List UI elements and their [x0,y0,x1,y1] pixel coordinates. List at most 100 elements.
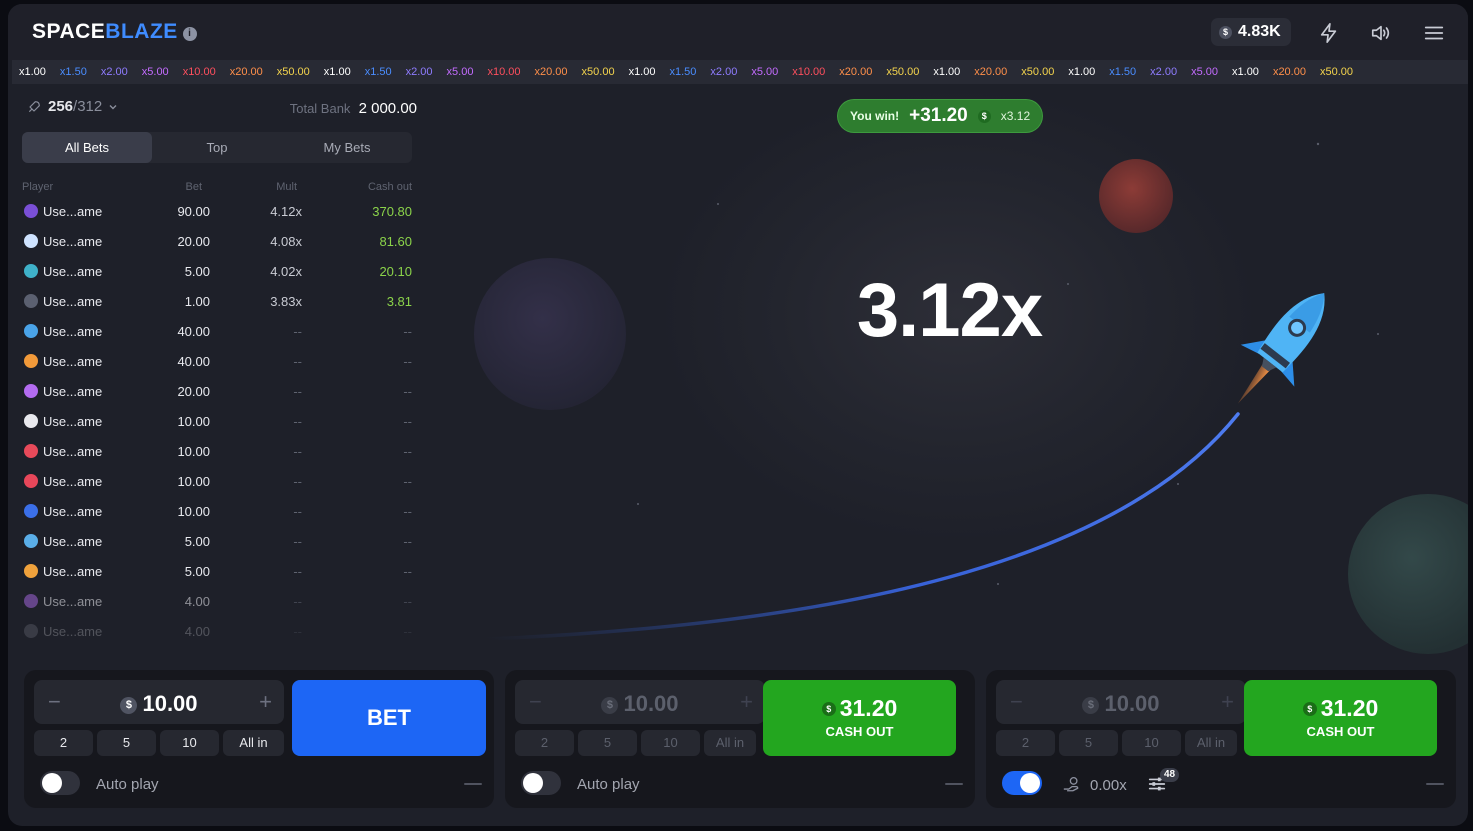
dollar-coin-icon: $ [601,697,619,714]
balance-display[interactable]: $ 4.83K [1211,18,1291,46]
autoplay-label: Auto play [96,776,159,793]
table-row: Use...ame 10.00 -- -- [22,465,412,495]
cashout-multiplier: -- [293,534,302,549]
logo-blaze: BLAZE [105,20,178,43]
quick-bet-5[interactable]: 5 [97,730,156,756]
bet-amount-stepper[interactable]: − $10.00 + [515,680,765,724]
win-amount: +31.20 [909,105,968,126]
bet-amount-value[interactable]: 10.00 [623,691,678,716]
tab-my-bets[interactable]: My Bets [282,132,412,163]
bet-amount: 20.00 [177,234,210,249]
cashout-multiplier: -- [293,354,302,369]
cash-out-button[interactable]: $31.20 CASH OUT [763,680,956,756]
avatar [24,234,38,248]
table-row: Use...ame 10.00 -- -- [22,405,412,435]
cashout-multiplier: 4.08x [270,234,302,249]
history-multiplier: x5.00 [1191,66,1219,78]
quick-bet-2[interactable]: 2 [34,730,93,756]
info-icon[interactable]: i [182,27,197,41]
plus-icon[interactable]: + [740,689,753,715]
bet-amount: 5.00 [184,534,210,549]
quick-bet-10[interactable]: 10 [160,730,219,756]
autoplay-toggle[interactable] [1002,771,1042,795]
cashout-multiplier: -- [293,444,302,459]
bet-amount-stepper[interactable]: − $10.00 + [996,680,1246,724]
bet-amount-value[interactable]: 10.00 [142,691,197,716]
table-row: Use...ame 4.00 -- -- [22,615,412,645]
tab-all-bets[interactable]: All Bets [22,132,152,163]
cashout-multiplier: -- [293,504,302,519]
autoplay-toggle[interactable] [521,771,561,795]
history-multiplier: x10.00 [487,66,521,78]
game-window: SPACEBLAZE i $ 4.83K x1.00 x1.50 x2.00 x5.00… [8,4,1468,826]
cashout-multiplier: 4.12x [270,204,302,219]
player-name: Use...ame [43,534,103,549]
bet-amount-value[interactable]: 10.00 [1104,691,1159,716]
history-multiplier: x10.00 [182,66,216,78]
avatar [24,594,38,608]
bet-button[interactable]: BET [292,680,486,756]
player-name: Use...ame [43,564,103,579]
collapse-icon[interactable] [464,783,482,785]
planet-red [1099,159,1173,233]
history-multiplier: x2.00 [100,66,128,78]
lightning-icon[interactable] [1318,22,1340,44]
quick-bet-5[interactable]: 5 [1059,730,1118,756]
player-name: Use...ame [43,504,103,519]
sound-icon[interactable] [1370,22,1392,44]
dollar-coin-icon: $ [821,702,836,716]
quick-bet-5[interactable]: 5 [578,730,637,756]
cash-out-value: 31.20 [1320,695,1379,721]
player-name: Use...ame [43,324,103,339]
cashout-amount: -- [403,444,412,459]
history-multiplier: x50.00 [1021,66,1055,78]
bet-amount: 40.00 [177,354,210,369]
win-label: You win! [850,109,900,123]
cash-out-button[interactable]: $31.20 CASH OUT [1244,680,1437,756]
cashout-multiplier: 4.02x [270,264,302,279]
history-multiplier: x2.00 [710,66,738,78]
quick-bet-all-in[interactable]: All in [1185,730,1237,756]
multiplier-history: x1.00 x1.50 x2.00 x5.00 x10.00 x20.00 x50.00 x1… [12,60,1468,84]
cash-out-label: CASH OUT [825,724,894,739]
quick-bet-2[interactable]: 2 [515,730,574,756]
cashout-amount: -- [403,474,412,489]
plus-icon[interactable]: + [1221,689,1234,715]
dollar-coin-icon: $ [977,109,991,123]
cashout-multiplier: -- [293,384,302,399]
quick-bet-10[interactable]: 10 [1122,730,1181,756]
auto-cashout[interactable]: 0.00x [1062,776,1127,794]
avatar [24,324,38,338]
tab-top[interactable]: Top [152,132,282,163]
history-multiplier: x5.00 [141,66,169,78]
quick-bet-10[interactable]: 10 [641,730,700,756]
players-counter[interactable]: 256/312 [26,98,118,115]
menu-icon[interactable] [1423,22,1445,44]
history-multiplier: x20.00 [229,66,263,78]
history-multiplier: x50.00 [886,66,920,78]
quick-bet-all-in[interactable]: All in [223,730,284,756]
history-multiplier: x20.00 [534,66,568,78]
table-row: Use...ame 20.00 4.08x 81.60 [22,225,412,255]
autoplay-label: Auto play [577,776,640,793]
quick-bet-2[interactable]: 2 [996,730,1055,756]
history-multiplier: x2.00 [405,66,433,78]
history-multiplier: x1.00 [628,66,656,78]
bet-amount: 10.00 [177,444,210,459]
collapse-icon[interactable] [945,783,963,785]
plus-icon[interactable]: + [259,689,272,715]
player-name: Use...ame [43,294,103,309]
bet-panel-1: − $10.00 + 2 5 10 All in BET Auto play [24,670,494,808]
autoplay-toggle[interactable] [40,771,80,795]
history-multiplier: x50.00 [581,66,615,78]
table-row: Use...ame 5.00 -- -- [22,525,412,555]
bet-panel-2: − $10.00 + 2 5 10 All in $31.20 CASH OUT… [505,670,975,808]
quick-bet-all-in[interactable]: All in [704,730,756,756]
chevron-down-icon [109,104,117,109]
table-row: Use...ame 10.00 -- -- [22,495,412,525]
bet-amount-stepper[interactable]: − $10.00 + [34,680,284,724]
bet-amount: 20.00 [177,384,210,399]
collapse-icon[interactable] [1426,783,1444,785]
player-name: Use...ame [43,594,103,609]
cashout-amount: 20.10 [379,264,412,279]
